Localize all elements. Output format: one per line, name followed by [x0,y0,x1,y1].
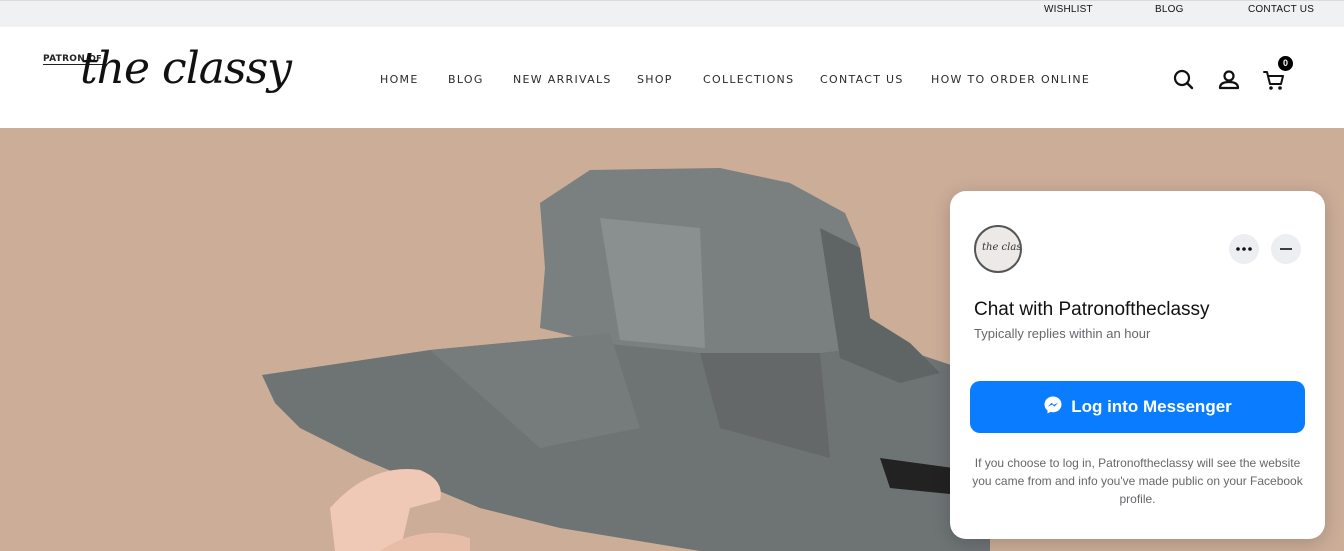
topbar-contact-link[interactable]: CONTACT US [1248,4,1314,15]
privacy-note: If you choose to log in, Patronoftheclas… [972,456,1303,506]
nav-item-blog[interactable]: BLOG [448,73,484,86]
avatar-logo-text: the classy [982,242,1022,253]
login-button-label: Log into Messenger [1071,397,1232,416]
user-icon[interactable] [1216,67,1242,93]
chat-reply-time: Typically replies within an hour [974,326,1151,341]
nav-item-how-to-order[interactable]: HOW TO ORDER ONLINE [931,73,1090,86]
nav-item-shop[interactable]: SHOP [637,73,673,86]
site-logo[interactable]: PATRON OF the classy [40,39,292,119]
minimize-button[interactable] [1271,234,1301,264]
topbar-blog-link[interactable]: BLOG [1155,4,1184,15]
logo-patron-text: PATRON [43,54,86,64]
topbar-wishlist-link[interactable]: WISHLIST [1044,4,1093,15]
messenger-chat-widget: the classy Chat with Patronoftheclassy T… [950,191,1325,539]
cart-icon[interactable] [1261,67,1287,93]
logo-script-text: the classy [80,43,292,94]
more-dots-icon [1229,247,1259,267]
more-options-button[interactable] [1229,234,1259,264]
site-header: PATRON OF the classy HOME BLOG NEW ARRIV… [0,27,1344,128]
messenger-icon [1043,395,1063,420]
log-into-messenger-button[interactable]: Log into Messenger [970,381,1305,433]
page-avatar: the classy [974,225,1022,273]
nav-item-new-arrivals[interactable]: NEW ARRIVALS [513,73,612,86]
minimize-icon [1271,248,1301,267]
nav-item-collections[interactable]: COLLECTIONS [703,73,794,86]
chat-title: Chat with Patronoftheclassy [974,299,1210,320]
nav-item-home[interactable]: HOME [380,73,419,86]
search-icon[interactable] [1171,67,1197,93]
nav-item-contact-us[interactable]: CONTACT US [820,73,904,86]
cart-count-badge: 0 [1278,56,1293,71]
top-utility-bar: WISHLIST BLOG CONTACT US [0,0,1344,27]
